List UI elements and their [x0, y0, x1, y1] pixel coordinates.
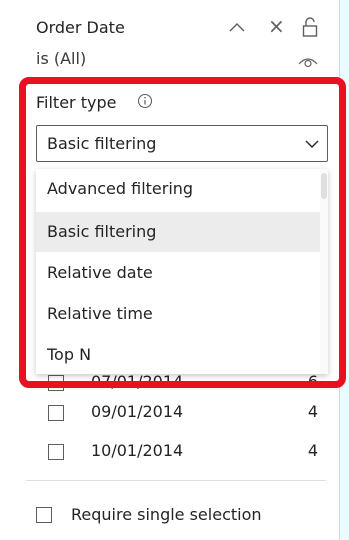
dropdown-option-basic-filtering[interactable]: Basic filtering: [36, 212, 320, 252]
value-checkbox[interactable]: [48, 444, 64, 460]
background-strip: [340, 0, 349, 540]
value-label: 10/01/2014: [91, 441, 184, 460]
value-row[interactable]: 07/01/2014 6: [48, 372, 328, 396]
filter-card-subtitle: is (All): [36, 49, 87, 68]
value-count: 6: [307, 372, 318, 391]
filter-card: Order Date is (All) × Filter type Basic …: [0, 0, 346, 540]
filter-type-label: Filter type: [36, 93, 117, 112]
chevron-down-icon: [305, 140, 319, 148]
value-checkbox[interactable]: [48, 405, 64, 421]
filter-card-title: Order Date: [36, 18, 125, 37]
value-row[interactable]: 09/01/2014 4: [48, 402, 328, 426]
value-count: 4: [307, 441, 318, 460]
filter-type-selected-value: Basic filtering: [47, 134, 157, 153]
value-label: 09/01/2014: [91, 402, 184, 421]
dropdown-option-top-n[interactable]: Top N: [36, 335, 320, 374]
filter-type-select[interactable]: Basic filtering: [36, 125, 328, 162]
value-label: 07/01/2014: [91, 372, 184, 391]
dropdown-option-advanced-filtering[interactable]: Advanced filtering: [36, 169, 320, 209]
value-checkbox[interactable]: [48, 375, 64, 391]
require-single-label: Require single selection: [71, 505, 262, 524]
dropdown-option-relative-time[interactable]: Relative time: [36, 294, 320, 334]
info-icon[interactable]: [137, 93, 153, 109]
lock-icon[interactable]: [300, 16, 320, 38]
filter-type-dropdown: Advanced filtering Basic filtering Relat…: [36, 169, 328, 374]
eye-icon[interactable]: [297, 54, 319, 68]
require-single-checkbox[interactable]: [36, 507, 52, 523]
require-single-selection[interactable]: Require single selection: [36, 505, 326, 529]
value-count: 4: [307, 402, 318, 421]
value-row[interactable]: 10/01/2014 4: [48, 441, 328, 465]
chevron-up-icon[interactable]: [228, 20, 246, 34]
divider: [26, 480, 326, 481]
dropdown-scrollbar[interactable]: [320, 169, 328, 374]
dropdown-scroll-thumb[interactable]: [321, 173, 327, 199]
close-icon[interactable]: ×: [268, 16, 285, 36]
dropdown-option-relative-date[interactable]: Relative date: [36, 253, 320, 293]
